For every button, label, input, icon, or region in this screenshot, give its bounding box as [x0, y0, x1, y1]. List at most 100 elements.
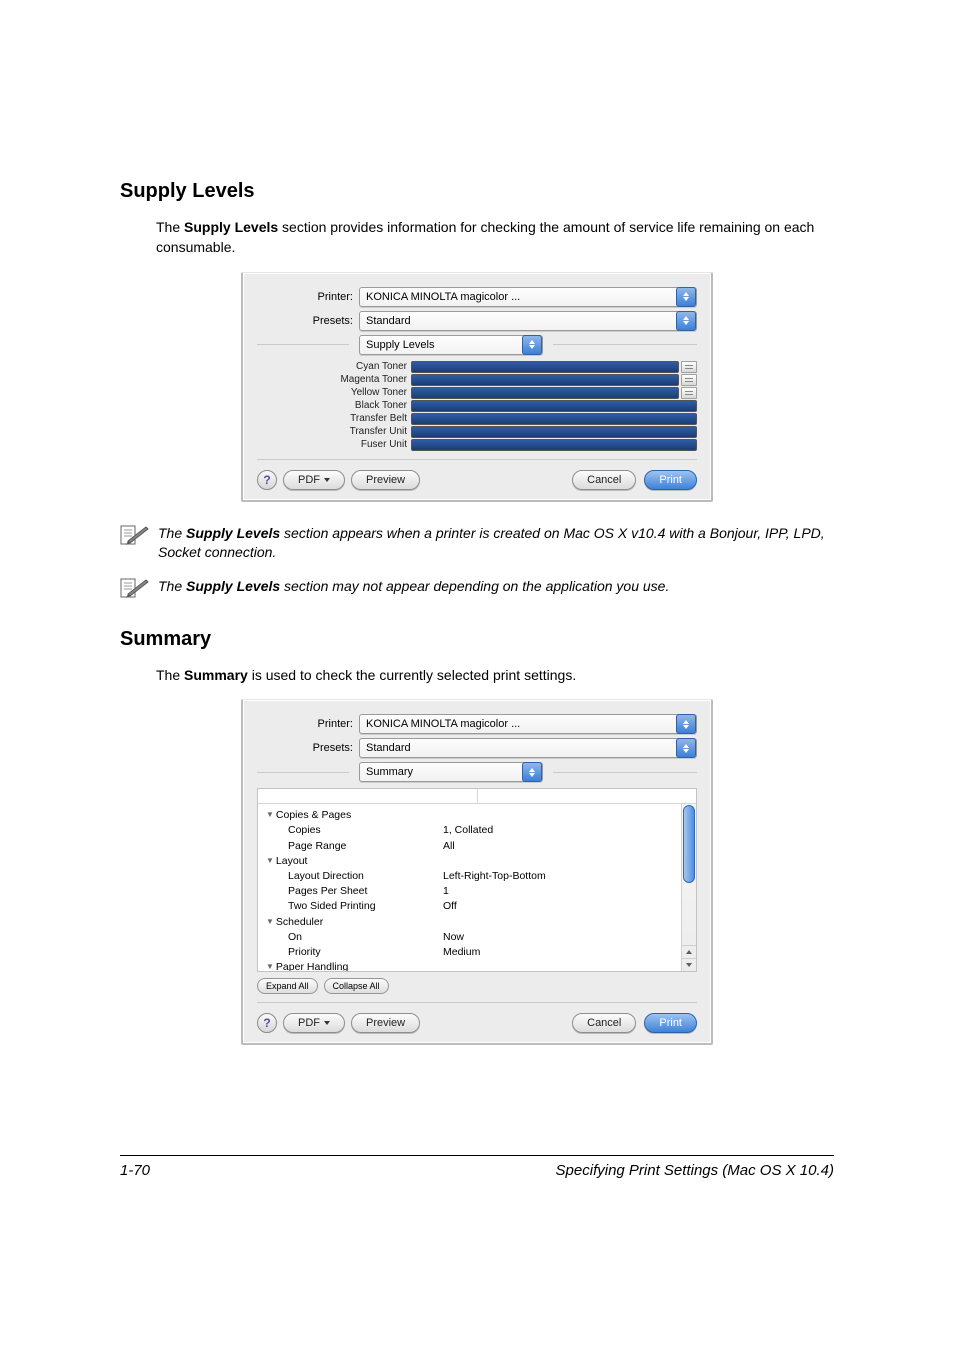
print-button[interactable]: Print [644, 1013, 697, 1033]
key: Two Sided Printing [288, 899, 443, 914]
summary-content: Copies & Pages Copies1, Collated Page Ra… [258, 804, 681, 971]
supply-label: Black Toner [257, 400, 411, 411]
supply-label: Transfer Belt [257, 413, 411, 424]
presets-label: Presets: [257, 742, 359, 754]
key: Copies [288, 823, 443, 838]
supply-row: Cyan Toner [257, 361, 697, 373]
supply-levels-intro: The Supply Levels section provides infor… [156, 217, 834, 258]
pdf-label: PDF [298, 474, 320, 486]
presets-select[interactable]: Standard [359, 311, 697, 331]
scrollbar-thumb[interactable] [683, 805, 695, 883]
cancel-button[interactable]: Cancel [572, 1013, 636, 1033]
cancel-button[interactable]: Cancel [572, 470, 636, 490]
presets-select[interactable]: Standard [359, 738, 697, 758]
table-header [258, 789, 696, 804]
text-bold: Summary [184, 667, 248, 683]
divider [257, 1002, 697, 1003]
supply-bar [411, 413, 697, 425]
printer-value: KONICA MINOLTA magicolor ... [366, 718, 520, 730]
supply-bar [411, 361, 679, 373]
group-scheduler[interactable]: Scheduler [266, 915, 673, 930]
divider [553, 772, 697, 773]
key: Priority [288, 945, 443, 960]
text: The [156, 667, 184, 683]
presets-label: Presets: [257, 315, 359, 327]
pdf-label: PDF [298, 1017, 320, 1029]
panel-value: Summary [366, 766, 413, 778]
supply-bar [411, 374, 679, 386]
value: Now [443, 930, 464, 945]
page-number: 1-70 [120, 1162, 150, 1179]
supply-end-icon [681, 374, 697, 386]
table-row: Page RangeAll [266, 839, 673, 854]
pdf-button[interactable]: PDF [283, 1013, 345, 1033]
supply-bar [411, 426, 697, 438]
help-button[interactable]: ? [257, 470, 277, 490]
supply-bar [411, 387, 679, 399]
scrollbar[interactable] [681, 804, 696, 971]
updown-icon [676, 714, 696, 734]
supply-label: Fuser Unit [257, 439, 411, 450]
table-row: Copies1, Collated [266, 823, 673, 838]
updown-icon [522, 335, 542, 355]
supply-label: Magenta Toner [257, 374, 411, 385]
table-row: Layout DirectionLeft-Right-Top-Bottom [266, 869, 673, 884]
divider [553, 344, 697, 345]
supply-row: Black Toner [257, 400, 697, 412]
panel-select[interactable]: Supply Levels [359, 335, 543, 355]
collapse-all-button[interactable]: Collapse All [324, 978, 389, 994]
summary-table: Copies & Pages Copies1, Collated Page Ra… [257, 788, 697, 972]
supply-label: Transfer Unit [257, 426, 411, 437]
supply-list: Cyan Toner Magenta Toner Yellow Toner Bl… [257, 361, 697, 451]
printer-select[interactable]: KONICA MINOLTA magicolor ... [359, 714, 697, 734]
note-text: The Supply Levels section may not appear… [158, 577, 669, 597]
help-button[interactable]: ? [257, 1013, 277, 1033]
divider [257, 772, 349, 773]
supply-row: Transfer Belt [257, 413, 697, 425]
printer-select[interactable]: KONICA MINOLTA magicolor ... [359, 287, 697, 307]
scroll-up-icon[interactable] [682, 945, 696, 958]
pdf-button[interactable]: PDF [283, 470, 345, 490]
text-bold: Supply Levels [186, 525, 280, 541]
summary-intro: The Summary is used to check the current… [156, 665, 834, 685]
presets-value: Standard [366, 742, 411, 754]
preview-button[interactable]: Preview [351, 1013, 420, 1033]
group-paper-handling[interactable]: Paper Handling [266, 960, 673, 971]
group-copies-pages[interactable]: Copies & Pages [266, 808, 673, 823]
panel-value: Supply Levels [366, 339, 435, 351]
supply-bar [411, 400, 697, 412]
text: The [158, 525, 186, 541]
key: Layout Direction [288, 869, 443, 884]
printer-label: Printer: [257, 718, 359, 730]
text: The [156, 219, 184, 235]
supply-row: Transfer Unit [257, 426, 697, 438]
table-row: Two Sided PrintingOff [266, 899, 673, 914]
supply-label: Yellow Toner [257, 387, 411, 398]
key: Pages Per Sheet [288, 884, 443, 899]
group-layout[interactable]: Layout [266, 854, 673, 869]
supply-end-icon [681, 361, 697, 373]
supply-end-icon [681, 387, 697, 399]
value: Left-Right-Top-Bottom [443, 869, 546, 884]
preview-button[interactable]: Preview [351, 470, 420, 490]
value: Medium [443, 945, 480, 960]
scroll-down-icon[interactable] [682, 958, 696, 971]
summary-dialog: Printer: KONICA MINOLTA magicolor ... Pr… [241, 699, 713, 1045]
updown-icon [676, 311, 696, 331]
note-text: The Supply Levels section appears when a… [158, 524, 834, 563]
supply-levels-dialog: Printer: KONICA MINOLTA magicolor ... Pr… [241, 272, 713, 502]
text: is used to check the currently selected … [248, 667, 576, 683]
table-row: Pages Per Sheet1 [266, 884, 673, 899]
printer-value: KONICA MINOLTA magicolor ... [366, 291, 520, 303]
supply-row: Yellow Toner [257, 387, 697, 399]
note-icon [120, 525, 150, 547]
updown-icon [676, 287, 696, 307]
expand-all-button[interactable]: Expand All [257, 978, 318, 994]
divider [257, 344, 349, 345]
section-heading-supply-levels: Supply Levels [120, 180, 834, 203]
note-icon [120, 578, 150, 600]
print-button[interactable]: Print [644, 470, 697, 490]
table-row: OnNow [266, 930, 673, 945]
page-footer: 1-70 Specifying Print Settings (Mac OS X… [120, 1155, 834, 1179]
panel-select[interactable]: Summary [359, 762, 543, 782]
